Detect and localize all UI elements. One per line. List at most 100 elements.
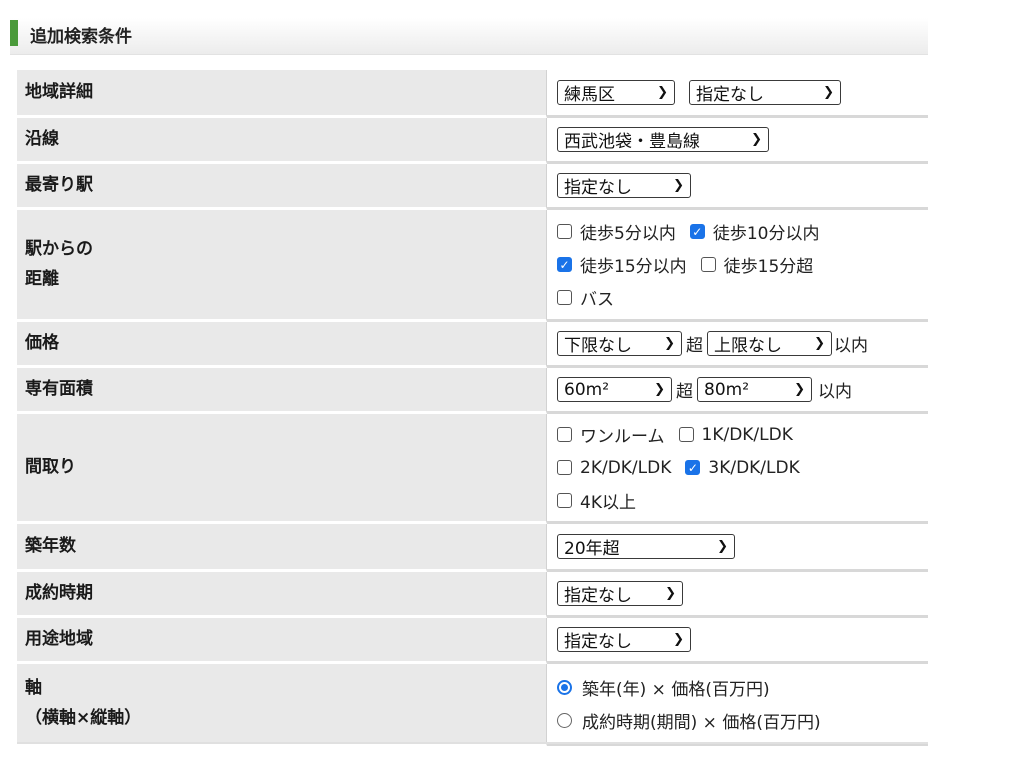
checkbox-checked[interactable]: ✓ <box>557 257 572 272</box>
distance-option-label: 徒歩15分超 <box>723 257 814 277</box>
row-axis: 軸 （横軸×縦軸） 築年(年) × 価格(百万円) 成約時期(期間) × 価格(… <box>17 664 928 746</box>
label-axis-line2: （横軸×縦軸） <box>25 707 142 728</box>
label-distance: 駅からの 距離 <box>17 210 547 322</box>
checkbox[interactable] <box>700 257 716 272</box>
line-value: 西武池袋・豊島線 <box>564 132 700 152</box>
row-period: 成約時期 指定なし ❯ <box>17 572 928 618</box>
label-size: 専有面積 <box>17 368 547 414</box>
label-age: 築年数 <box>17 524 547 572</box>
field-price: 下限なし ❯ 超 上限なし ❯ 以内 <box>547 322 928 368</box>
distance-option-walk15[interactable]: ✓ 徒歩15分以内 <box>557 252 687 277</box>
layout-option-oneroom[interactable]: ワンルーム <box>557 422 665 447</box>
section-header: 追加検索条件 <box>10 18 928 55</box>
chevron-down-icon: ❯ <box>717 539 728 554</box>
line-select[interactable]: 西武池袋・豊島線 ❯ <box>557 127 769 152</box>
label-price: 価格 <box>17 322 547 368</box>
area-detail-select[interactable]: 指定なし ❯ <box>689 80 841 105</box>
checkbox[interactable] <box>557 460 572 475</box>
checkbox[interactable] <box>557 493 572 508</box>
row-distance: 駅からの 距離 徒歩5分以内 ✓ 徒歩10分以内 ✓ 徒歩15分以内 徒歩15分… <box>17 210 928 322</box>
age-value: 20年超 <box>564 539 620 559</box>
size-max-value: 80m² <box>704 379 750 400</box>
distance-option-label: 徒歩15分以内 <box>580 257 687 277</box>
station-value: 指定なし <box>564 178 632 198</box>
chevron-down-icon: ❯ <box>673 632 684 647</box>
label-area: 地域詳細 <box>17 70 547 118</box>
distance-option-walk10[interactable]: ✓ 徒歩10分以内 <box>689 219 820 244</box>
zoning-select[interactable]: 指定なし ❯ <box>557 627 691 652</box>
zoning-value: 指定なし <box>564 632 632 652</box>
size-min-value: 60m² <box>564 379 610 400</box>
axis-option-label: 築年(年) × 価格(百万円) <box>582 679 770 700</box>
field-station: 指定なし ❯ <box>547 164 928 210</box>
size-suffix: 以内 <box>818 382 852 402</box>
size-max-select[interactable]: 80m² ❯ <box>697 377 812 402</box>
field-age: 20年超 ❯ <box>547 524 928 572</box>
row-layout: 間取り ワンルーム 1K/DK/LDK 2K/DK/LDK ✓ 3K/DK/LD… <box>17 414 928 524</box>
radio[interactable] <box>557 712 572 728</box>
axis-option-period-price[interactable]: 成約時期(期間) × 価格(百万円) <box>557 708 821 733</box>
price-suffix: 以内 <box>834 336 868 356</box>
field-axis: 築年(年) × 価格(百万円) 成約時期(期間) × 価格(百万円) <box>547 664 928 746</box>
price-min-select[interactable]: 下限なし ❯ <box>557 331 682 356</box>
distance-option-walk15-over[interactable]: 徒歩15分超 <box>700 252 814 277</box>
label-distance-line1: 駅からの <box>25 238 93 259</box>
label-axis: 軸 （横軸×縦軸） <box>17 664 547 746</box>
row-area: 地域詳細 練馬区 ❯ 指定なし ❯ <box>17 70 928 118</box>
row-zoning: 用途地域 指定なし ❯ <box>17 618 928 664</box>
label-distance-line2: 距離 <box>25 268 59 289</box>
checkbox[interactable] <box>557 224 572 239</box>
distance-option-label: 徒歩10分以内 <box>712 224 820 244</box>
chevron-down-icon: ❯ <box>673 178 684 193</box>
checkbox[interactable] <box>557 290 572 305</box>
period-select[interactable]: 指定なし ❯ <box>557 581 683 606</box>
label-zoning: 用途地域 <box>17 618 547 664</box>
checkbox[interactable] <box>678 427 694 442</box>
chevron-down-icon: ❯ <box>794 382 805 397</box>
chevron-down-icon: ❯ <box>751 132 762 147</box>
checkbox[interactable] <box>557 427 572 442</box>
size-min-select[interactable]: 60m² ❯ <box>557 377 672 402</box>
radio-selected[interactable] <box>557 679 572 695</box>
field-layout: ワンルーム 1K/DK/LDK 2K/DK/LDK ✓ 3K/DK/LDK 4K… <box>547 414 928 524</box>
distance-option-label: バス <box>580 290 614 310</box>
row-station: 最寄り駅 指定なし ❯ <box>17 164 928 210</box>
field-zoning: 指定なし ❯ <box>547 618 928 664</box>
distance-option-bus[interactable]: バス <box>557 285 614 310</box>
axis-option-age-price[interactable]: 築年(年) × 価格(百万円) <box>557 675 770 700</box>
field-distance: 徒歩5分以内 ✓ 徒歩10分以内 ✓ 徒歩15分以内 徒歩15分超 バス <box>547 210 928 322</box>
section-title: 追加検索条件 <box>30 27 132 47</box>
layout-option-label: 1K/DK/LDK <box>701 424 793 445</box>
chevron-down-icon: ❯ <box>664 336 675 351</box>
layout-option-label: ワンルーム <box>580 427 665 447</box>
area-detail-value: 指定なし <box>696 85 764 105</box>
checkbox-checked[interactable]: ✓ <box>685 460 701 475</box>
area-ward-select[interactable]: 練馬区 ❯ <box>557 80 675 105</box>
price-separator: 超 <box>686 336 703 356</box>
field-size: 60m² ❯ 超 80m² ❯ 以内 <box>547 368 928 414</box>
distance-option-walk5[interactable]: 徒歩5分以内 <box>557 219 676 244</box>
layout-option-label: 3K/DK/LDK <box>708 457 800 478</box>
price-max-select[interactable]: 上限なし ❯ <box>707 331 832 356</box>
label-period: 成約時期 <box>17 572 547 618</box>
field-line: 西武池袋・豊島線 ❯ <box>547 118 928 164</box>
search-conditions-table: 地域詳細 練馬区 ❯ 指定なし ❯ 沿線 西武池袋・豊島線 ❯ 最寄り駅 指定な… <box>17 70 928 746</box>
chevron-down-icon: ❯ <box>654 382 665 397</box>
area-ward-value: 練馬区 <box>564 85 615 105</box>
chevron-down-icon: ❯ <box>814 336 825 351</box>
label-station: 最寄り駅 <box>17 164 547 210</box>
label-axis-line1: 軸 <box>25 677 42 698</box>
chevron-down-icon: ❯ <box>665 586 676 601</box>
layout-option-1k[interactable]: 1K/DK/LDK <box>678 424 793 445</box>
row-line: 沿線 西武池袋・豊島線 ❯ <box>17 118 928 164</box>
distance-option-label: 徒歩5分以内 <box>580 224 676 244</box>
field-period: 指定なし ❯ <box>547 572 928 618</box>
layout-option-2k[interactable]: 2K/DK/LDK <box>557 458 671 478</box>
age-select[interactable]: 20年超 ❯ <box>557 534 735 559</box>
checkbox-checked[interactable]: ✓ <box>689 224 705 239</box>
layout-option-3k[interactable]: ✓ 3K/DK/LDK <box>685 457 800 478</box>
layout-option-4k[interactable]: 4K以上 <box>557 488 636 513</box>
station-select[interactable]: 指定なし ❯ <box>557 173 691 198</box>
chevron-down-icon: ❯ <box>657 85 668 100</box>
label-line: 沿線 <box>17 118 547 164</box>
